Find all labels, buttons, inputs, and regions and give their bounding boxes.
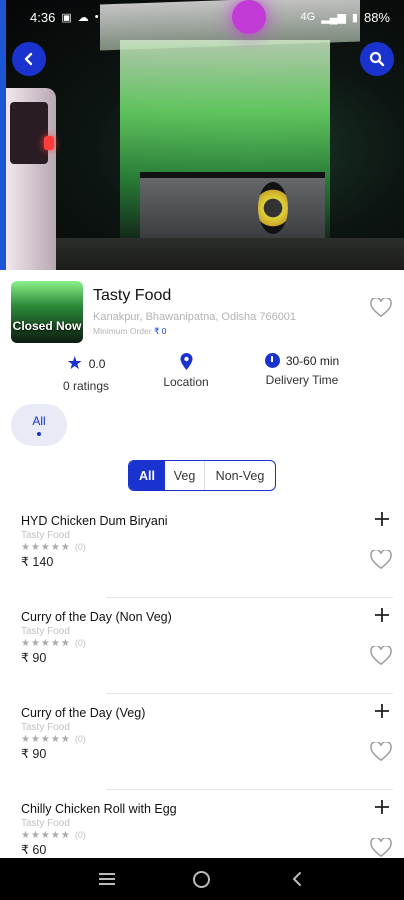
favorite-restaurant-button[interactable] <box>370 296 392 324</box>
filter-all[interactable]: All <box>129 461 165 490</box>
menu-item-restaurant: Tasty Food <box>21 530 70 541</box>
menu-item-rating: ★★★★★ (0) <box>21 638 86 649</box>
menu-item-price: ₹ 60 <box>21 843 47 857</box>
minimum-order-value: ₹ 0 <box>153 326 167 336</box>
back-arrow-icon <box>24 52 33 66</box>
home-icon <box>193 870 211 888</box>
filter-non-veg[interactable]: Non-Veg <box>205 461 275 490</box>
add-to-cart-button[interactable] <box>374 506 390 534</box>
dot-icon: • <box>94 11 99 23</box>
closed-status: Closed Now <box>12 319 82 333</box>
search-button[interactable] <box>360 42 394 76</box>
menu-icon <box>99 873 116 885</box>
location-pin-icon <box>180 353 192 370</box>
delivery-time-stat: 30-60 min Delivery Time <box>262 353 342 387</box>
menu-item-rating: ★★★★★ (0) <box>21 830 86 841</box>
menu-item-price: ₹ 140 <box>21 555 54 569</box>
heart-icon <box>370 548 392 570</box>
star-icon: ★ <box>66 353 83 373</box>
restaurant-stats: ★ 0.0 0 ratings Location 30-60 min Deliv… <box>0 353 404 393</box>
photo-logo <box>258 182 288 234</box>
heart-icon <box>370 644 392 666</box>
search-icon <box>369 51 385 67</box>
restaurant-thumbnail: Closed Now <box>11 281 83 343</box>
rating-count: 0 ratings <box>62 379 110 393</box>
favorite-item-button[interactable] <box>370 644 392 672</box>
timer-icon <box>264 353 280 368</box>
restaurant-cover-photo <box>0 0 404 270</box>
menu-item-name: Curry of the Day (Non Veg) <box>21 610 172 624</box>
photo-vehicle <box>6 88 56 270</box>
rating-count: (0) <box>74 734 86 744</box>
category-selected-dot <box>37 432 41 436</box>
location-stat[interactable]: Location <box>158 353 214 389</box>
status-bar: 4:36 ▣ ☁ • 4G ▂▄▆ ▮ 88% <box>0 0 404 34</box>
menu-item[interactable]: HYD Chicken Dum Biryani Tasty Food ★★★★★… <box>0 502 404 598</box>
diet-filter-toggle: All Veg Non-Veg <box>128 460 276 491</box>
network-label: 4G <box>300 11 316 23</box>
message-icon: ▣ <box>61 11 72 24</box>
home-button[interactable] <box>182 864 222 894</box>
menu-item-name: HYD Chicken Dum Biryani <box>21 514 168 528</box>
rating-stat: ★ 0.0 0 ratings <box>61 353 111 393</box>
menu-item-restaurant: Tasty Food <box>21 818 70 829</box>
delivery-time-label: Delivery Time <box>265 373 339 387</box>
minimum-order: Minimum Order ₹ 0 <box>93 326 166 337</box>
system-nav-bar <box>0 858 404 900</box>
heart-icon <box>370 740 392 762</box>
menu-list: HYD Chicken Dum Biryani Tasty Food ★★★★★… <box>0 502 404 886</box>
add-to-cart-button[interactable] <box>374 698 390 726</box>
rating-count: (0) <box>74 830 86 840</box>
category-chip-label: All <box>32 414 46 428</box>
rating-stars: ★★★★★ <box>21 638 71 649</box>
menu-item-price: ₹ 90 <box>21 747 47 761</box>
rating-count: (0) <box>74 638 86 648</box>
cloud-icon: ☁ <box>77 11 89 24</box>
menu-item-rating: ★★★★★ (0) <box>21 542 86 553</box>
menu-item-restaurant: Tasty Food <box>21 722 70 733</box>
menu-item-name: Curry of the Day (Veg) <box>21 706 146 720</box>
rating-stars: ★★★★★ <box>21 734 71 745</box>
add-to-cart-button[interactable] <box>374 794 390 822</box>
category-chip-all[interactable]: All <box>11 404 67 446</box>
menu-item-rating: ★★★★★ (0) <box>21 734 86 745</box>
photo-edge <box>0 0 6 270</box>
heart-icon <box>370 296 392 318</box>
menu-item-restaurant: Tasty Food <box>21 626 70 637</box>
plus-icon <box>375 800 389 814</box>
battery-level: 88% <box>363 9 390 25</box>
back-button[interactable] <box>12 42 46 76</box>
restaurant-header: Closed Now Tasty Food Kanakpur, Bhawanip… <box>0 278 404 350</box>
rating-value: 0.0 <box>88 356 106 371</box>
plus-icon <box>375 608 389 622</box>
restaurant-page: 4:36 ▣ ☁ • 4G ▂▄▆ ▮ 88% Closed Now Tasty… <box>0 0 404 900</box>
rating-stars: ★★★★★ <box>21 542 71 553</box>
recent-apps-button[interactable] <box>87 864 127 894</box>
rating-stars: ★★★★★ <box>21 830 71 841</box>
favorite-item-button[interactable] <box>370 548 392 576</box>
signal-icon: ▂▄▆ <box>321 11 346 24</box>
heart-icon <box>370 836 392 858</box>
restaurant-address: Kanakpur, Bhawanipatna, Odisha 766001 <box>93 311 297 323</box>
plus-icon <box>375 512 389 526</box>
menu-item[interactable]: Curry of the Day (Veg) Tasty Food ★★★★★(… <box>0 694 404 790</box>
menu-item-price: ₹ 90 <box>21 651 47 665</box>
add-to-cart-button[interactable] <box>374 602 390 630</box>
rating-count: (0) <box>74 542 86 552</box>
menu-item-name: Chilly Chicken Roll with Egg <box>21 802 177 816</box>
delivery-time-value: 30-60 min <box>285 353 340 368</box>
location-label: Location <box>163 375 209 389</box>
filter-veg[interactable]: Veg <box>165 461 205 490</box>
minimum-order-label: Minimum Order <box>93 326 152 336</box>
photo-ground <box>0 238 404 270</box>
favorite-item-button[interactable] <box>370 740 392 768</box>
menu-item[interactable]: Curry of the Day (Non Veg) Tasty Food ★★… <box>0 598 404 694</box>
battery-icon: ▮ <box>351 11 358 24</box>
plus-icon <box>375 704 389 718</box>
restaurant-name: Tasty Food <box>93 287 172 304</box>
status-time: 4:36 <box>30 9 56 25</box>
system-back-button[interactable] <box>277 864 317 894</box>
back-chevron-icon <box>292 872 301 886</box>
